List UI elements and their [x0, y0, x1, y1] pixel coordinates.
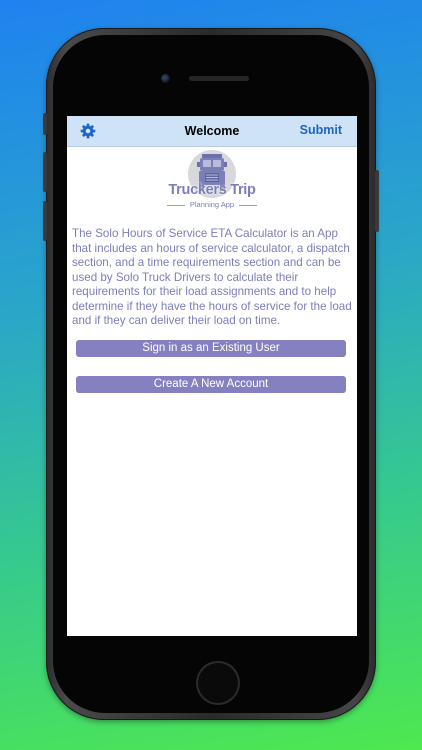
home-button[interactable]	[196, 661, 240, 705]
volume-down-button	[43, 201, 47, 241]
power-button	[375, 170, 379, 232]
app-screen: Welcome Submit Truckers Trip Planning Ap…	[67, 116, 357, 636]
mute-switch	[43, 113, 47, 135]
create-account-button[interactable]: Create A New Account	[76, 376, 346, 393]
sign-in-button[interactable]: Sign in as an Existing User	[76, 340, 346, 357]
logo-title: Truckers Trip	[168, 182, 256, 198]
app-logo: Truckers Trip Planning App	[165, 150, 259, 210]
submit-button[interactable]: Submit	[300, 123, 342, 137]
navigation-bar: Welcome Submit	[67, 116, 357, 147]
app-description: The Solo Hours of Service ETA Calculator…	[72, 227, 352, 327]
front-camera	[161, 74, 170, 83]
earpiece-speaker	[189, 76, 249, 81]
logo-divider-right	[239, 205, 257, 206]
volume-up-button	[43, 152, 47, 192]
